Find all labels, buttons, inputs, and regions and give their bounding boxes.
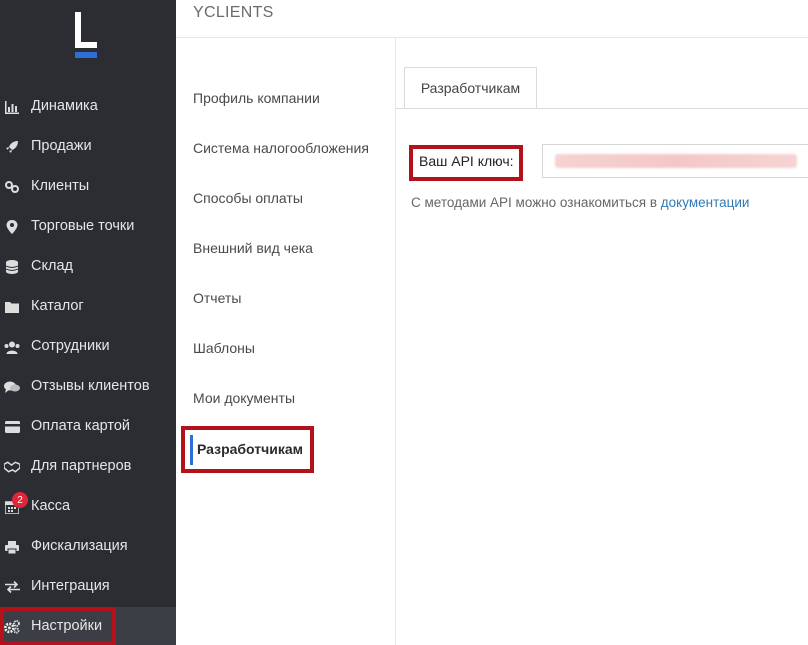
sidebar-item-label: Для партнеров [31, 458, 132, 474]
api-key-label: Ваш API ключ: [419, 153, 514, 169]
api-note: С методами API можно ознакомиться в доку… [411, 195, 749, 210]
menu-item-company-profile[interactable]: Профиль компании [193, 90, 320, 106]
sidebar-item-reviews[interactable]: Отзывы клиентов [0, 367, 176, 407]
tab-divider [396, 108, 808, 109]
sidebar-item-label: Интеграция [31, 578, 110, 594]
handshake-icon [4, 459, 20, 475]
comments-icon [4, 379, 20, 395]
sidebar-item-label: Динамика [31, 98, 98, 114]
active-indicator [190, 435, 193, 465]
sidebar-item-clients[interactable]: Клиенты [0, 167, 176, 207]
sidebar-item-cashbox[interactable]: 2 Касса [0, 487, 176, 527]
sidebar-item-partners[interactable]: Для партнеров [0, 447, 176, 487]
sidebar-item-catalog[interactable]: Каталог [0, 287, 176, 327]
sidebar-item-label: Каталог [31, 298, 84, 314]
settings-menu: Профиль компании Система налогообложения… [176, 38, 396, 645]
notification-badge: 2 [12, 492, 28, 508]
sidebar-item-outlets[interactable]: Торговые точки [0, 207, 176, 247]
sidebar-item-label: Фискализация [31, 538, 128, 554]
sidebar-item-label: Сотрудники [31, 338, 110, 354]
sidebar: Динамика Продажи Клиенты Торговые точки … [0, 0, 176, 645]
menu-item-label: Разработчикам [197, 441, 303, 457]
sidebar-item-card-payment[interactable]: Оплата картой [0, 407, 176, 447]
documentation-link[interactable]: документации [661, 195, 750, 210]
sidebar-item-sales[interactable]: Продажи [0, 127, 176, 167]
sidebar-item-label: Клиенты [31, 178, 90, 194]
sidebar-item-warehouse[interactable]: Склад [0, 247, 176, 287]
sidebar-item-label: Торговые точки [31, 218, 135, 234]
exchange-icon [4, 579, 20, 595]
menu-item-reports[interactable]: Отчеты [193, 290, 241, 306]
menu-item-receipt-appearance[interactable]: Внешний вид чека [193, 240, 313, 256]
menu-item-payment-methods[interactable]: Способы оплаты [193, 190, 303, 206]
sidebar-item-label: Отзывы клиентов [31, 378, 150, 394]
link-icon [4, 179, 20, 195]
printer-icon [4, 539, 20, 555]
tab-developers[interactable]: Разработчикам [404, 67, 537, 109]
menu-item-templates[interactable]: Шаблоны [193, 340, 255, 356]
menu-item-developers[interactable]: Разработчикам [181, 426, 314, 473]
app-logo[interactable] [75, 12, 99, 58]
sidebar-item-label: Склад [31, 258, 73, 274]
sidebar-nav: Динамика Продажи Клиенты Торговые точки … [0, 87, 176, 645]
map-pin-icon [4, 219, 20, 235]
api-key-field[interactable] [542, 144, 808, 178]
highlight-settings [0, 607, 116, 645]
credit-card-icon [4, 419, 20, 435]
menu-item-my-documents[interactable]: Мои документы [193, 390, 295, 406]
api-note-text: С методами API можно ознакомиться в [411, 195, 661, 210]
menu-item-tax-system[interactable]: Система налогообложения [193, 140, 369, 156]
sidebar-item-integration[interactable]: Интеграция [0, 567, 176, 607]
users-icon [4, 339, 20, 355]
company-name: YCLIENTS [193, 4, 274, 21]
sidebar-item-label: Продажи [31, 138, 92, 154]
sidebar-item-label: Касса [31, 498, 71, 514]
database-icon [4, 259, 20, 275]
sidebar-item-fiscalization[interactable]: Фискализация [0, 527, 176, 567]
folder-icon [4, 299, 20, 315]
bar-chart-icon [4, 99, 20, 115]
rocket-icon [4, 139, 20, 155]
sidebar-item-employees[interactable]: Сотрудники [0, 327, 176, 367]
sidebar-item-dynamics[interactable]: Динамика [0, 87, 176, 127]
redacted-api-key [555, 154, 797, 168]
sidebar-item-label: Оплата картой [31, 418, 131, 434]
